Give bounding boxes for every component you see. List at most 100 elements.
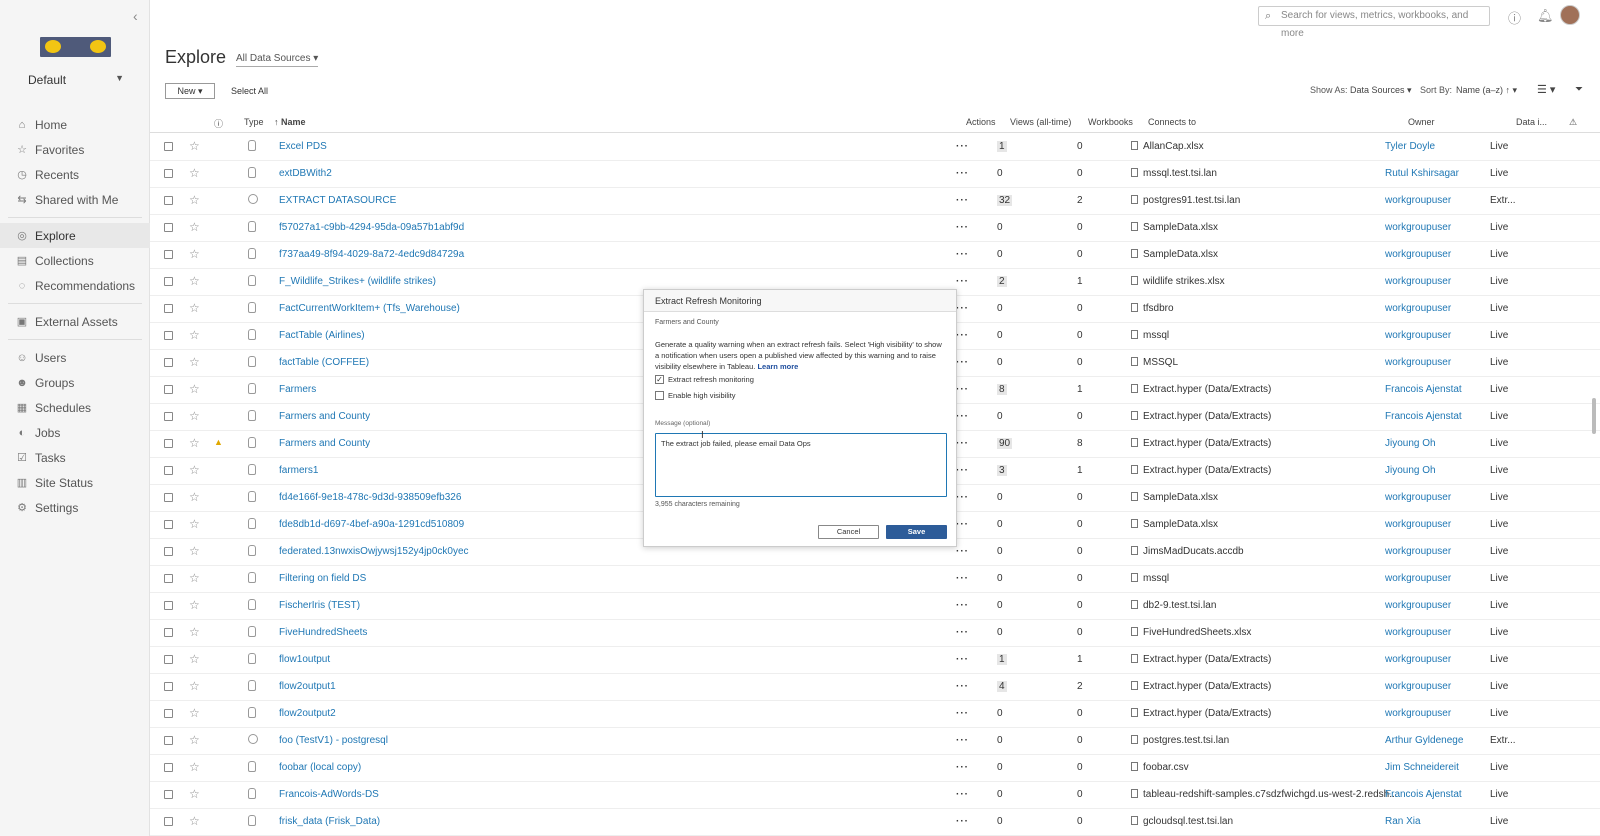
sidebar-item-site-status[interactable]: ▥ Site Status [0, 470, 150, 495]
table-row[interactable]: ☆ Francois-AdWords-DS ··· 0 0 tableau-redshif… [150, 782, 1600, 809]
data-source-name-link[interactable]: extDBWith2 [279, 168, 332, 179]
table-row[interactable]: ☆ foo (TestV1) - postgresql ··· 0 0 postgres.… [150, 728, 1600, 755]
more-actions-icon[interactable]: ··· [956, 546, 969, 557]
owner-link[interactable]: workgroupuser [1385, 627, 1451, 638]
save-button[interactable]: Save [886, 525, 947, 539]
more-actions-icon[interactable]: ··· [956, 735, 969, 746]
owner-link[interactable]: workgroupuser [1385, 249, 1451, 260]
more-actions-icon[interactable]: ··· [956, 195, 969, 206]
more-actions-icon[interactable]: ··· [956, 492, 969, 503]
star-icon[interactable]: ☆ [189, 274, 200, 288]
table-row[interactable]: ☆ FischerIris (TEST) ··· 0 0 db2-9.test.tsi.l… [150, 593, 1600, 620]
more-actions-icon[interactable]: ··· [956, 762, 969, 773]
row-checkbox[interactable] [164, 655, 173, 664]
data-source-filter[interactable]: All Data Sources ▾ [236, 53, 319, 67]
more-actions-icon[interactable]: ··· [956, 303, 969, 314]
show-as-select[interactable]: Data Sources ▾ [1350, 85, 1412, 96]
warning-icon[interactable]: ▲ [214, 437, 223, 447]
sidebar-item-users[interactable]: ☺ Users [0, 345, 150, 370]
col-connects-to[interactable]: Connects to [1148, 117, 1196, 127]
star-icon[interactable]: ☆ [189, 733, 200, 747]
star-icon[interactable]: ☆ [189, 193, 200, 207]
row-checkbox[interactable] [164, 304, 173, 313]
sidebar-item-jobs[interactable]: ◐ Jobs [0, 420, 150, 445]
more-actions-icon[interactable]: ··· [956, 141, 969, 152]
data-source-name-link[interactable]: federated.13nwxisOwjywsj152y4jp0ck0yec [279, 546, 469, 557]
avatar[interactable] [1560, 5, 1580, 25]
new-button[interactable]: New ▾ [165, 83, 215, 99]
more-actions-icon[interactable]: ··· [956, 168, 969, 179]
sidebar-item-explore[interactable]: ◎ Explore [0, 223, 150, 248]
col-type[interactable]: Type [244, 117, 264, 127]
data-source-name-link[interactable]: flow2output2 [279, 708, 336, 719]
row-checkbox[interactable] [164, 682, 173, 691]
owner-link[interactable]: workgroupuser [1385, 708, 1451, 719]
data-source-name-link[interactable]: f737aa49-8f94-4029-8a72-4edc9d84729a [279, 249, 464, 260]
row-checkbox[interactable] [164, 277, 173, 286]
row-checkbox[interactable] [164, 709, 173, 718]
star-icon[interactable]: ☆ [189, 463, 200, 477]
owner-link[interactable]: Francois Ajenstat [1385, 411, 1462, 422]
row-checkbox[interactable] [164, 547, 173, 556]
table-row[interactable]: ☆ Filtering on field DS ··· 0 0 mssql workgrou… [150, 566, 1600, 593]
star-icon[interactable]: ☆ [189, 814, 200, 828]
data-source-name-link[interactable]: FactTable (Airlines) [279, 330, 365, 341]
row-checkbox[interactable] [164, 358, 173, 367]
owner-link[interactable]: workgroupuser [1385, 195, 1451, 206]
more-actions-icon[interactable]: ··· [956, 681, 969, 692]
data-source-name-link[interactable]: fd4e166f-9e18-478c-9d3d-938509efb326 [279, 492, 461, 503]
table-row[interactable]: ☆ extDBWith2 ··· 0 0 mssql.test.tsi.lan Rutul … [150, 161, 1600, 188]
row-checkbox[interactable] [164, 601, 173, 610]
message-textarea[interactable]: The extract job failed, please email Dat… [655, 433, 947, 497]
star-icon[interactable]: ☆ [189, 436, 200, 450]
owner-link[interactable]: Rutul Kshirsagar [1385, 168, 1459, 179]
table-row[interactable]: ☆ EXTRACT DATASOURCE ··· 32 2 postgres91.test… [150, 188, 1600, 215]
table-row[interactable]: ☆ foobar (local copy) ··· 0 0 foobar.csv Jim S… [150, 755, 1600, 782]
search-input[interactable]: ⌕ Search for views, metrics, workbooks, … [1258, 6, 1490, 39]
col-owner[interactable]: Owner [1408, 117, 1435, 127]
table-row[interactable]: ☆ flow1output ··· 1 1 Extract.hyper (Data/Ext… [150, 647, 1600, 674]
data-source-name-link[interactable]: Farmers [279, 384, 316, 395]
table-row[interactable]: ☆ f737aa49-8f94-4029-8a72-4edc9d84729a ···… [150, 242, 1600, 269]
table-row[interactable]: ☆ FiveHundredSheets ··· 0 0 FiveHundredSheets… [150, 620, 1600, 647]
owner-link[interactable]: Jiyoung Oh [1385, 465, 1436, 476]
sidebar-item-groups[interactable]: ☻ Groups [0, 370, 150, 395]
sort-by-select[interactable]: Name (a–z) ↑ ▾ [1456, 85, 1517, 96]
owner-link[interactable]: workgroupuser [1385, 276, 1451, 287]
learn-more-link[interactable]: Learn more [757, 362, 798, 371]
row-checkbox[interactable] [164, 817, 173, 826]
star-icon[interactable]: ☆ [189, 490, 200, 504]
row-checkbox[interactable] [164, 520, 173, 529]
row-checkbox[interactable] [164, 574, 173, 583]
sidebar-item-home[interactable]: ⌂ Home [0, 112, 150, 137]
data-source-name-link[interactable]: flow2output1 [279, 681, 336, 692]
data-source-name-link[interactable]: FiveHundredSheets [279, 627, 367, 638]
owner-link[interactable]: workgroupuser [1385, 573, 1451, 584]
owner-link[interactable]: workgroupuser [1385, 681, 1451, 692]
select-all-button[interactable]: Select All [231, 86, 268, 96]
data-source-name-link[interactable]: foobar (local copy) [279, 762, 361, 773]
row-checkbox[interactable] [164, 466, 173, 475]
col-views[interactable]: Views (all-time) [1010, 117, 1071, 127]
more-actions-icon[interactable]: ··· [956, 627, 969, 638]
star-icon[interactable]: ☆ [189, 355, 200, 369]
data-source-name-link[interactable]: FischerIris (TEST) [279, 600, 360, 611]
site-selector[interactable]: Default ▼ [28, 73, 124, 87]
owner-link[interactable]: Francois Ajenstat [1385, 789, 1462, 800]
owner-link[interactable]: workgroupuser [1385, 492, 1451, 503]
more-actions-icon[interactable]: ··· [956, 249, 969, 260]
star-icon[interactable]: ☆ [189, 679, 200, 693]
more-actions-icon[interactable]: ··· [956, 519, 969, 530]
owner-link[interactable]: workgroupuser [1385, 303, 1451, 314]
owner-link[interactable]: Jiyoung Oh [1385, 438, 1436, 449]
data-source-name-link[interactable]: EXTRACT DATASOURCE [279, 195, 396, 206]
star-icon[interactable]: ☆ [189, 517, 200, 531]
more-actions-icon[interactable]: ··· [956, 384, 969, 395]
owner-link[interactable]: workgroupuser [1385, 519, 1451, 530]
star-icon[interactable]: ☆ [189, 571, 200, 585]
table-row[interactable]: ☆ flow2output2 ··· 0 0 Extract.hyper (Data/Ex… [150, 701, 1600, 728]
table-row[interactable]: ☆ flow2output1 ··· 4 2 Extract.hyper (Data/Ex… [150, 674, 1600, 701]
sidebar-item-settings[interactable]: ⚙ Settings [0, 495, 150, 520]
more-actions-icon[interactable]: ··· [956, 438, 969, 449]
row-checkbox[interactable] [164, 250, 173, 259]
